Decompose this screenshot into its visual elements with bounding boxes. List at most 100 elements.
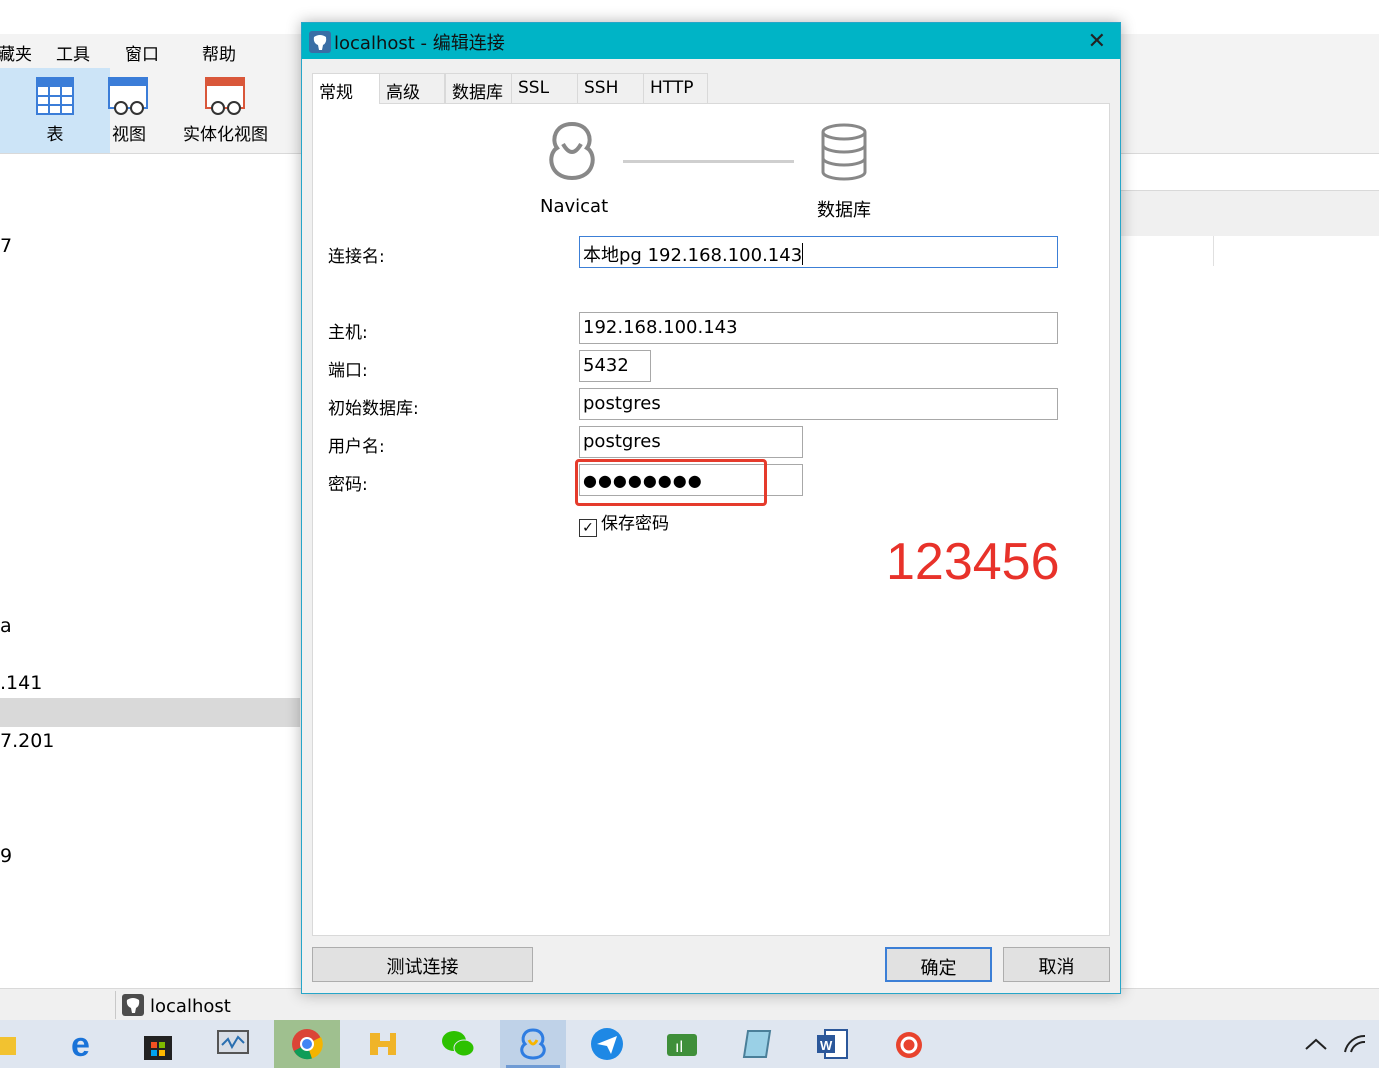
message-icon xyxy=(591,1028,623,1060)
connection-name-value: 本地pg 192.168.100.143 xyxy=(583,245,803,266)
taskbar-store[interactable] xyxy=(125,1020,191,1068)
cancel-label: 取消 xyxy=(1038,957,1075,978)
text-caret xyxy=(802,243,804,265)
tab-general[interactable]: 常规 xyxy=(312,73,380,104)
taskbar-edge[interactable]: e xyxy=(50,1020,116,1068)
ribbon-view-button[interactable]: 视图 xyxy=(92,68,166,153)
tree-item[interactable]: .141 xyxy=(0,672,42,694)
connection-name-input[interactable]: 本地pg 192.168.100.143 xyxy=(579,236,1058,268)
notepad-icon xyxy=(742,1030,772,1058)
password-label: 密码: xyxy=(328,475,368,495)
dialog-titlebar[interactable]: localhost - 编辑连接 ✕ xyxy=(302,23,1120,59)
taskbar-wechat[interactable] xyxy=(425,1020,491,1068)
tab-ssl[interactable]: SSL xyxy=(511,73,578,103)
taskbar-word[interactable]: W xyxy=(800,1020,866,1068)
port-input[interactable]: 5432 xyxy=(579,350,651,382)
store-icon xyxy=(144,1036,172,1060)
taskbar-explorer[interactable] xyxy=(0,1020,36,1068)
checkbox-check-icon[interactable]: ✓ xyxy=(579,519,597,537)
taskbar-message[interactable] xyxy=(574,1020,640,1068)
tab-http-label: HTTP xyxy=(650,78,694,98)
tree-item[interactable]: 9 xyxy=(0,845,12,867)
status-divider xyxy=(115,991,116,1019)
taskbar-snail[interactable] xyxy=(876,1020,942,1068)
tray-wifi[interactable] xyxy=(1330,1020,1379,1068)
diagram-navicat-label: Navicat xyxy=(540,196,609,217)
snail-icon xyxy=(896,1032,922,1058)
host-input[interactable]: 192.168.100.143 xyxy=(579,312,1058,344)
ide-icon: ıl xyxy=(667,1034,697,1056)
folder-icon xyxy=(0,1037,16,1055)
database-icon xyxy=(821,123,867,181)
tree-item[interactable]: a xyxy=(0,615,12,637)
taskbar-chrome[interactable] xyxy=(274,1020,340,1068)
test-connection-label: 测试连接 xyxy=(386,957,459,978)
taskbar-notepad[interactable] xyxy=(725,1020,791,1068)
port-label: 端口: xyxy=(328,361,368,381)
save-password-label: 保存密码 xyxy=(601,514,669,534)
navicat-logo-icon xyxy=(549,121,595,181)
taskbar-monitor[interactable] xyxy=(200,1020,266,1068)
username-label: 用户名: xyxy=(328,437,385,457)
chrome-icon xyxy=(292,1029,323,1060)
taskbar-app[interactable] xyxy=(350,1020,416,1068)
diagram-database-label: 数据库 xyxy=(817,200,871,221)
ribbon-table-label: 表 xyxy=(46,125,64,145)
tab-advanced[interactable]: 高级 xyxy=(379,73,445,103)
svg-text:ıl: ıl xyxy=(675,1039,683,1056)
chevron-up-icon xyxy=(1305,1038,1327,1050)
tab-ssh-label: SSH xyxy=(584,78,619,98)
username-input[interactable]: postgres xyxy=(579,426,803,458)
ribbon-view-label: 视图 xyxy=(112,125,146,145)
tree-item[interactable]: 7 xyxy=(0,235,12,257)
postgresql-icon xyxy=(122,994,144,1016)
tab-http[interactable]: HTTP xyxy=(643,73,708,103)
menu-item-window[interactable]: 窗口 xyxy=(125,40,159,65)
status-connection: localhost xyxy=(122,994,231,1017)
status-connection-label: localhost xyxy=(150,996,231,1017)
tab-general-label: 常规 xyxy=(319,83,353,103)
ribbon-materialized-view-label: 实体化视图 xyxy=(183,125,268,145)
password-highlight-annotation xyxy=(575,459,767,506)
tab-database[interactable]: 数据库 xyxy=(445,73,512,103)
close-icon[interactable]: ✕ xyxy=(1088,29,1106,54)
app-icon xyxy=(370,1033,396,1055)
tab-advanced-label: 高级 xyxy=(386,83,420,103)
table-icon xyxy=(36,77,74,115)
general-panel: Navicat 数据库 连接名: 本地pg 192.168.100.143 主机… xyxy=(312,103,1110,936)
tree-selected-row[interactable] xyxy=(0,698,300,727)
ok-label: 确定 xyxy=(920,958,957,979)
taskbar-ide[interactable]: ıl xyxy=(650,1020,716,1068)
object-list-header xyxy=(1120,190,1379,236)
ribbon-materialized-view-button[interactable]: 实体化视图 xyxy=(178,68,273,153)
initial-database-input[interactable]: postgres xyxy=(579,388,1058,420)
initial-database-label: 初始数据库: xyxy=(328,399,419,419)
svg-text:W: W xyxy=(820,1038,833,1053)
dialog-title: localhost - 编辑连接 xyxy=(334,33,505,54)
save-password-checkbox[interactable]: ✓ 保存密码 xyxy=(579,509,669,537)
test-connection-button[interactable]: 测试连接 xyxy=(312,947,533,982)
connection-name-label: 连接名: xyxy=(328,247,385,267)
taskbar: e ıl W xyxy=(0,1020,1379,1068)
materialized-view-icon xyxy=(204,77,245,115)
tab-database-label: 数据库 xyxy=(452,83,503,103)
wechat-icon xyxy=(442,1031,475,1057)
wifi-icon xyxy=(1344,1034,1366,1053)
menu-item-tools[interactable]: 工具 xyxy=(56,40,90,65)
ok-button[interactable]: 确定 xyxy=(885,947,992,982)
postgresql-icon xyxy=(309,31,331,53)
navicat-icon xyxy=(520,1028,546,1060)
svg-text:e: e xyxy=(71,1028,90,1060)
tab-ssh[interactable]: SSH xyxy=(577,73,644,103)
view-icon xyxy=(108,77,148,115)
menu-item-help[interactable]: 帮助 xyxy=(202,40,236,65)
host-label: 主机: xyxy=(328,323,368,343)
edge-icon: e xyxy=(71,1028,90,1060)
menu-item-favorites[interactable]: 藏夹 xyxy=(0,40,32,65)
tree-item[interactable]: 7.201 xyxy=(0,730,54,752)
diagram-connector xyxy=(623,160,794,163)
taskbar-navicat[interactable] xyxy=(500,1020,566,1068)
connection-tree: 7 a .141 7.201 9 xyxy=(0,155,300,988)
cancel-button[interactable]: 取消 xyxy=(1003,947,1110,982)
tab-ssl-label: SSL xyxy=(518,78,550,98)
